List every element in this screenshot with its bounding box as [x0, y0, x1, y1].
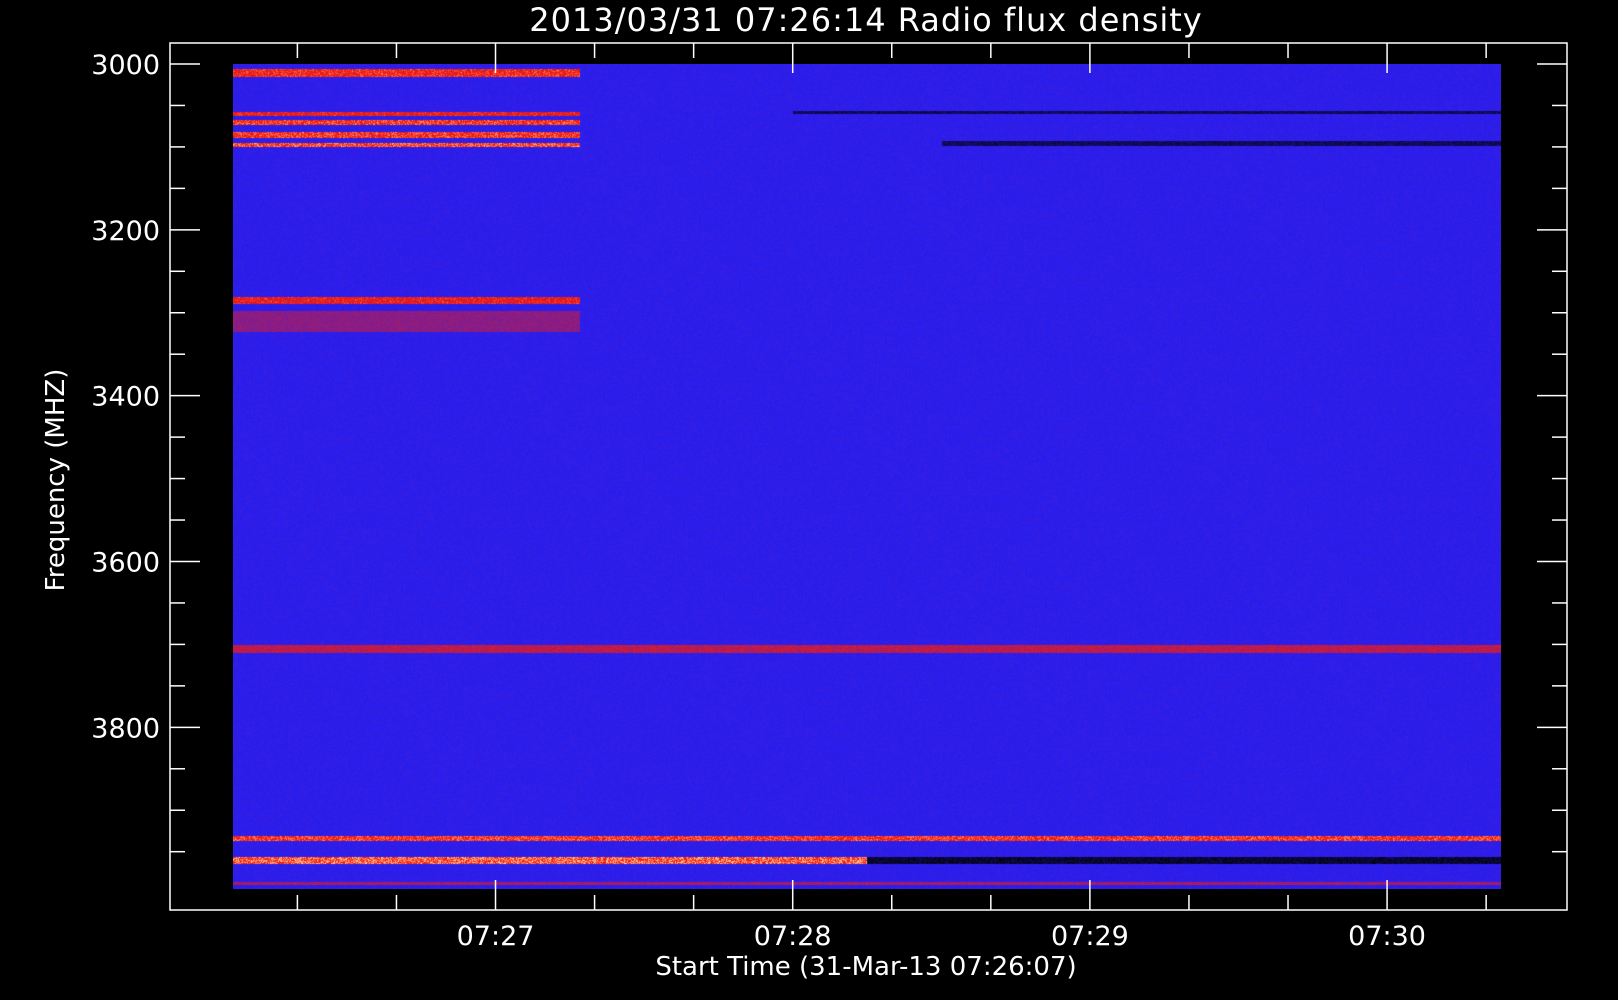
x-tick-label: 07:28 [754, 921, 832, 952]
x-axis-label: Start Time (31-Mar-13 07:26:07) [655, 952, 1076, 982]
x-tick-label: 07:30 [1348, 921, 1426, 952]
heatmap-layer [233, 64, 1501, 889]
y-tick-label: 3800 [91, 713, 160, 744]
spectrogram-heatmap [233, 64, 1501, 889]
x-tick-label: 07:27 [457, 921, 535, 952]
y-tick-label: 3600 [91, 547, 160, 578]
y-tick-label: 3000 [91, 50, 160, 81]
chart-title: 2013/03/31 07:26:14 Radio flux density [529, 1, 1202, 39]
y-axis-label: Frequency (MHZ) [41, 369, 71, 592]
spectrogram-chart: 2013/03/31 07:26:14 Radio flux density 0… [0, 0, 1618, 1000]
x-tick-label: 07:29 [1051, 921, 1129, 952]
y-tick-label: 3400 [91, 382, 160, 413]
y-tick-label: 3200 [91, 216, 160, 247]
